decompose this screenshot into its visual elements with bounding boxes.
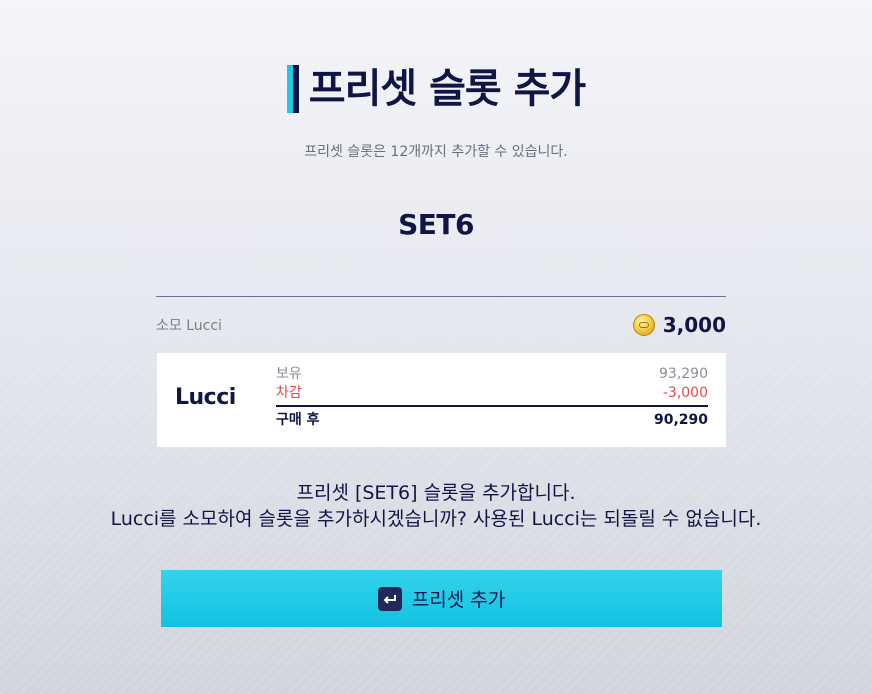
cost-amount: 3,000 [662,313,726,337]
message-line-2: Lucci를 소모하여 슬롯을 추가하시겠습니까? 사용된 Lucci는 되돌릴… [110,508,762,530]
ledger-row-after: 구매 후 90,290 [276,411,708,430]
cost-label: 소모 Lucci [156,318,222,334]
cost-value: 3,000 [632,313,726,337]
after-value: 90,290 [653,412,708,428]
title-accent-bar [286,65,299,113]
page-title: 프리셋 슬롯 추가 [286,62,586,116]
dialog-header: 프리셋 슬롯 추가 [0,62,872,117]
coin-icon [632,314,655,336]
deduct-label: 차감 [276,385,302,401]
add-preset-button-label: 프리셋 추가 [411,589,506,611]
ledger-row-deduct: 차감 -3,000 [276,384,708,403]
page-title-text: 프리셋 슬롯 추가 [308,66,586,112]
cost-divider [156,296,726,297]
cost-row: 소모 Lucci 3,000 [156,308,726,342]
deduct-value: -3,000 [662,385,708,401]
page-subtitle: 프리셋 슬롯은 12개까지 추가할 수 있습니다. [304,144,568,160]
held-value: 93,290 [659,366,708,382]
after-label: 구매 후 [276,412,320,428]
message-line-1: 프리셋 [SET6] 슬롯을 추가합니다. [296,482,576,504]
ledger-total-divider [276,405,708,407]
ledger-row-held: 보유 93,290 [276,365,708,384]
balance-ledger: 보유 93,290 차감 -3,000 구매 후 90,290 [276,365,708,430]
enter-key-icon [377,586,402,611]
balance-summary-card: Lucci 보유 93,290 차감 -3,000 구매 후 90,290 [157,353,726,447]
preset-set-name: SET6 [398,208,474,241]
add-preset-button[interactable]: 프리셋 추가 [161,570,722,627]
currency-name: Lucci [175,385,236,410]
held-label: 보유 [276,366,302,382]
confirmation-message: 프리셋 [SET6] 슬롯을 추가합니다. Lucci를 소모하여 슬롯을 추가… [0,480,872,532]
